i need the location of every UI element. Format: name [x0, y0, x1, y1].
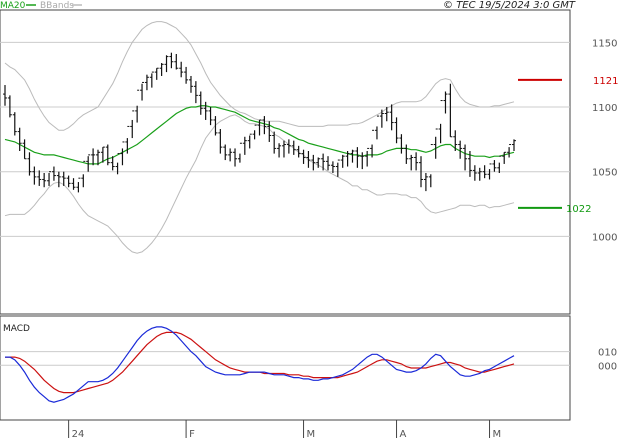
- copyright-stamp: © TEC 19/5/2024 3:0 GMT: [443, 0, 576, 11]
- macd-title: MACD: [3, 324, 30, 334]
- x-tick-label: M: [493, 429, 502, 440]
- legend-bbands: BBands: [40, 1, 74, 11]
- legend-ma20: MA20: [0, 1, 26, 11]
- chart-svg: 1150 1100 1050 1000 010 000 24 F M A M 1121 1022…: [0, 0, 618, 440]
- resistance-label: 1121: [593, 76, 618, 87]
- y-tick-label: 1150: [592, 38, 617, 49]
- macd-tick-label: 000: [598, 361, 617, 372]
- x-tick-label: M: [307, 429, 316, 440]
- x-tick-label: F: [189, 429, 195, 440]
- x-tick-label: A: [400, 429, 407, 440]
- y-tick-label: 1050: [592, 168, 617, 179]
- x-tick-label: 24: [72, 429, 85, 440]
- y-tick-label: 1000: [592, 232, 617, 243]
- y-tick-label: 1100: [592, 103, 617, 114]
- macd-tick-label: 010: [598, 348, 617, 359]
- x-axis: 24 F M A M: [68, 420, 502, 440]
- price-panel-frame: [0, 9, 571, 315]
- support-label: 1022: [566, 204, 591, 215]
- macd-panel-frame: [0, 315, 571, 421]
